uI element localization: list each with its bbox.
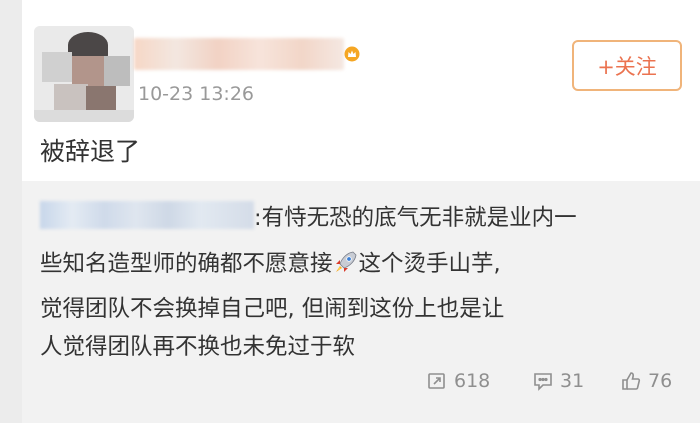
like-count-button[interactable]: 76 <box>620 370 672 392</box>
reposted-content[interactable]: :有恃无恐的底气无非就是业内一 些知名造型师的确都不愿意接 这个烫手山芋, 觉得… <box>22 181 700 423</box>
repost-text-line: :有恃无恐的底气无非就是业内一 <box>254 205 577 231</box>
repost-count-button[interactable]: 618 <box>426 370 490 392</box>
like-count: 76 <box>648 370 673 392</box>
weibo-post-card: 10-23 13:26 +关注 被辞退了 :有恃无恐的底气无非就是业内一 些知名… <box>22 0 700 423</box>
thumbs-up-icon <box>622 372 641 390</box>
repost-count: 618 <box>454 370 491 392</box>
repost-text-line: 人觉得团队再不换也未免过于软 <box>40 334 356 360</box>
mention-blurred[interactable] <box>40 201 254 229</box>
vip-crown-icon <box>344 46 360 62</box>
follow-button[interactable]: +关注 <box>572 40 682 91</box>
username-blurred[interactable] <box>134 38 344 70</box>
comment-count: 31 <box>560 370 585 392</box>
repost-icon <box>428 373 445 389</box>
post-text: 被辞退了 <box>40 137 141 166</box>
avatar[interactable] <box>34 26 134 122</box>
repost-text-segment: 些知名造型师的确都不愿意接 <box>40 251 333 277</box>
repost-text-line: 些知名造型师的确都不愿意接 这个烫手山芋, <box>40 246 501 278</box>
rocket-icon <box>335 251 356 272</box>
repost-text-line: 觉得团队不会换掉自己吧, 但闹到这份上也是让 <box>40 296 505 322</box>
repost-text-segment: 这个烫手山芋, <box>358 251 501 277</box>
comment-count-button[interactable]: 31 <box>532 370 584 392</box>
comment-icon <box>534 373 552 391</box>
post-timestamp[interactable]: 10-23 13:26 <box>138 83 254 105</box>
